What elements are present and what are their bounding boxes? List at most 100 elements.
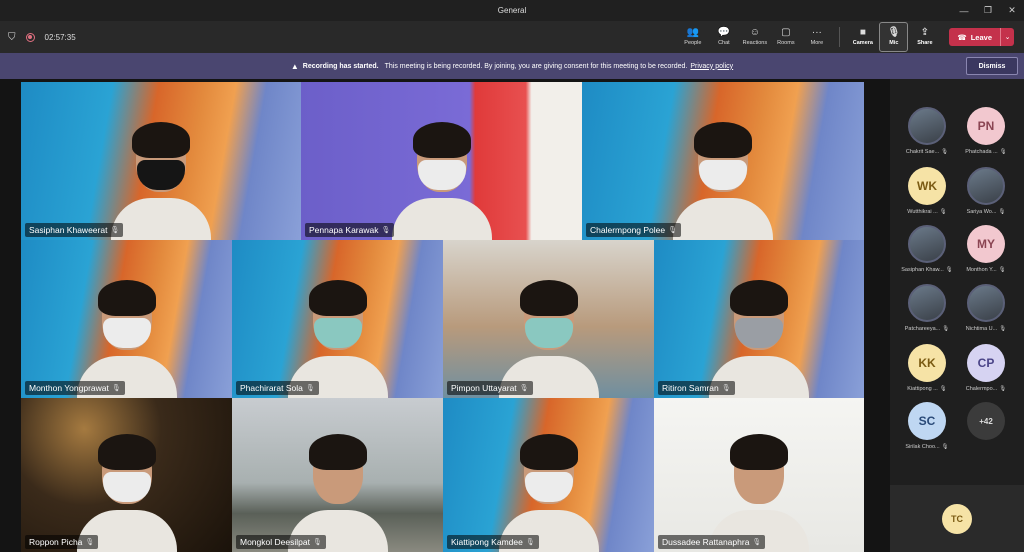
rooms-icon: ▢ xyxy=(781,27,791,38)
video-tile[interactable]: Chalermpong Polee 🎙 xyxy=(582,82,864,240)
participant-name: Dussadee Rattanaphra xyxy=(662,537,750,547)
mic-muted-icon: 🎙 xyxy=(111,385,121,392)
avatar: MY xyxy=(967,225,1005,263)
video-tile[interactable]: Dussadee Rattanaphra 🎙 xyxy=(654,398,864,552)
leave-options-chevron-icon[interactable]: ⌄ xyxy=(1000,28,1014,46)
title-bar: General — ❐ ✕ xyxy=(0,0,1024,21)
video-tile[interactable]: Pimpon Uttayarat 🎙 xyxy=(443,240,654,398)
roster-name-label: Sariya Wo... 🎙 xyxy=(957,209,1015,215)
video-tile[interactable]: Phachirarat Sola 🎙 xyxy=(232,240,443,398)
participant-name: Roppon Picha xyxy=(29,537,83,547)
roster-participant[interactable]: MY Monthon Y... 🎙 xyxy=(957,225,1015,273)
more-participants-button[interactable]: +42 xyxy=(957,402,1015,440)
chat-button[interactable]: 💬 Chat xyxy=(709,22,738,52)
share-icon: ⇪ xyxy=(920,27,930,38)
privacy-policy-link[interactable]: Privacy policy xyxy=(690,63,733,70)
roster-name-label: Nichtima U... 🎙 xyxy=(957,326,1015,332)
banner-title: Recording has started. xyxy=(302,62,379,70)
self-preview: TC xyxy=(890,485,1024,552)
participant-name-label: Pimpon Uttayarat 🎙 xyxy=(447,381,533,395)
video-tile[interactable]: Sasiphan Khaweerat 🎙 xyxy=(21,82,301,240)
mic-muted-icon: 🎙 xyxy=(312,539,322,546)
minimize-button[interactable]: — xyxy=(952,0,976,21)
mic-muted-icon: 🎙 xyxy=(752,539,762,546)
mic-button[interactable]: 🎙 Mic xyxy=(879,22,909,52)
roster-participant[interactable]: Chakrit Sae... 🎙 xyxy=(898,107,956,155)
window-title: General xyxy=(497,6,527,15)
avatar xyxy=(908,284,946,322)
more-button[interactable]: ··· More xyxy=(802,22,831,52)
mic-muted-icon: 🎙 xyxy=(999,386,1007,392)
video-tile[interactable]: Monthon Yongprawat 🎙 xyxy=(21,240,232,398)
mic-muted-icon: 🎙 xyxy=(998,267,1006,273)
meeting-toolbar: ⛉ 02:57:35 👥 People 💬 Chat ☺ Reactions ▢… xyxy=(0,21,1024,53)
people-button[interactable]: 👥 People xyxy=(678,22,707,52)
participant-name-label: Chalermpong Polee 🎙 xyxy=(586,223,682,237)
roster-name: Sirilak Choo... xyxy=(905,444,940,450)
mic-muted-icon: 🎙 xyxy=(941,444,949,450)
video-tile[interactable]: Kiattipong Kamdee 🎙 xyxy=(443,398,654,552)
reactions-button[interactable]: ☺ Reactions xyxy=(740,22,769,52)
participant-name-label: Kiattipong Kamdee 🎙 xyxy=(447,535,539,549)
roster-name-label: Chakrit Sae... 🎙 xyxy=(898,149,956,155)
window-controls: — ❐ ✕ xyxy=(952,0,1024,21)
share-button[interactable]: ⇪ Share xyxy=(910,22,939,52)
leave-button-group: ☎ Leave ⌄ xyxy=(949,28,1014,46)
roster-name-label: Wutthikrai ... 🎙 xyxy=(898,209,956,215)
roster-participant[interactable]: CP Chalermpo... 🎙 xyxy=(957,344,1015,392)
roster-participant[interactable]: WK Wutthikrai ... 🎙 xyxy=(898,167,956,215)
roster-name-label: Patchareeya... 🎙 xyxy=(898,326,956,332)
close-window-button[interactable]: ✕ xyxy=(1000,0,1024,21)
video-tile[interactable]: Pennapa Karawak 🎙 xyxy=(301,82,582,240)
mic-muted-icon: 🎙 xyxy=(85,539,95,546)
roster-participant[interactable]: PN Phatchada ... 🎙 xyxy=(957,107,1015,155)
roster-name: Monthon Y... xyxy=(966,267,997,273)
mic-muted-icon: 🎙 xyxy=(519,385,529,392)
roster-name: Sariya Wo... xyxy=(966,209,997,215)
avatar: +42 xyxy=(967,402,1005,440)
participant-name: Mongkol Deesilpat xyxy=(240,537,310,547)
participant-name: Kiattipong Kamdee xyxy=(451,537,523,547)
participant-name-label: Ritiron Samran 🎙 xyxy=(658,381,735,395)
avatar: PN xyxy=(967,107,1005,145)
roster-name-label: Phatchada ... 🎙 xyxy=(957,149,1015,155)
camera-button[interactable]: ■ Camera xyxy=(848,22,877,52)
video-tile[interactable]: Ritiron Samran 🎙 xyxy=(654,240,864,398)
maximize-button[interactable]: ❐ xyxy=(976,0,1000,21)
people-icon: 👥 xyxy=(686,27,700,38)
roster-name-label: Monthon Y... 🎙 xyxy=(957,267,1015,273)
participant-name: Sasiphan Khaweerat xyxy=(29,225,108,235)
roster-participant[interactable]: Sariya Wo... 🎙 xyxy=(957,167,1015,215)
dismiss-button[interactable]: Dismiss xyxy=(966,57,1018,75)
mic-muted-icon: 🎙 xyxy=(525,539,535,546)
mic-muted-icon: 🎙 xyxy=(941,149,949,155)
participant-name-label: Mongkol Deesilpat 🎙 xyxy=(236,535,326,549)
participant-name: Phachirarat Sola xyxy=(240,383,303,393)
mic-muted-icon: 🎙 xyxy=(945,267,953,273)
recording-banner: ▲ Recording has started. This meeting is… xyxy=(0,53,1024,79)
roster-participant[interactable]: Nichtima U... 🎙 xyxy=(957,284,1015,332)
chat-icon: 💬 xyxy=(717,27,731,38)
shield-icon[interactable]: ⛉ xyxy=(8,32,16,43)
roster-participant[interactable]: Sasiphan Khaw... 🎙 xyxy=(898,225,956,273)
avatar xyxy=(908,107,946,145)
video-tile[interactable]: Roppon Picha 🎙 xyxy=(21,398,232,552)
avatar: CP xyxy=(967,344,1005,382)
avatar: WK xyxy=(908,167,946,205)
roster-name: Nichtima U... xyxy=(965,326,998,332)
avatar xyxy=(908,225,946,263)
rooms-button[interactable]: ▢ Rooms xyxy=(771,22,800,52)
leave-button[interactable]: ☎ Leave xyxy=(949,28,1000,46)
roster-name-label: Sirilak Choo... 🎙 xyxy=(898,444,956,450)
mic-muted-icon: 🎙 xyxy=(939,209,947,215)
roster-participant[interactable]: KK Kiattipong ... 🎙 xyxy=(898,344,956,392)
participant-video xyxy=(494,278,604,398)
meeting-timer: 02:57:35 xyxy=(44,32,76,42)
roster-participant[interactable]: Patchareeya... 🎙 xyxy=(898,284,956,332)
roster-participant[interactable]: SC Sirilak Choo... 🎙 xyxy=(898,402,956,450)
mic-muted-icon: 🎙 xyxy=(381,227,391,234)
mic-muted-icon: 🎙 xyxy=(942,326,950,332)
camera-off-icon: ■ xyxy=(859,27,866,38)
video-tile[interactable]: Mongkol Deesilpat 🎙 xyxy=(232,398,443,552)
participant-video xyxy=(283,278,393,398)
